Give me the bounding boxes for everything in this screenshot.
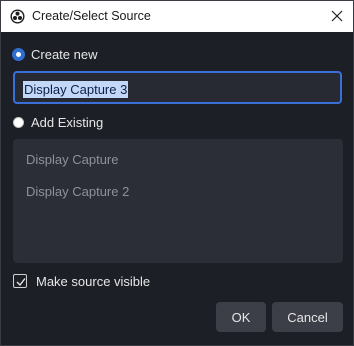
source-name-value: Display Capture 3 <box>23 81 129 98</box>
create-new-radio[interactable] <box>13 48 24 60</box>
source-name-input[interactable]: Display Capture 3 <box>13 71 342 104</box>
list-item[interactable]: Display Capture 2 <box>26 184 129 199</box>
create-new-label: Create new <box>31 46 98 62</box>
cancel-button[interactable]: Cancel <box>272 302 343 332</box>
add-existing-label: Add Existing <box>31 114 104 130</box>
create-new-option[interactable]: Create new <box>13 45 97 63</box>
list-item[interactable]: Display Capture <box>26 152 119 167</box>
checkmark-icon <box>16 278 26 287</box>
existing-sources-list[interactable]: Display Capture Display Capture 2 <box>13 139 343 263</box>
create-select-source-dialog: Create/Select Source Create new Display … <box>0 0 354 346</box>
close-button[interactable] <box>327 6 347 26</box>
window-title: Create/Select Source <box>32 9 151 23</box>
close-icon <box>331 10 343 22</box>
make-visible-option[interactable]: Make source visible <box>13 272 150 290</box>
add-existing-radio[interactable] <box>13 116 24 128</box>
add-existing-option[interactable]: Add Existing <box>13 113 103 131</box>
title-bar[interactable]: Create/Select Source <box>1 1 353 32</box>
obs-logo-icon <box>10 9 25 24</box>
make-visible-checkbox[interactable] <box>13 274 27 288</box>
ok-button[interactable]: OK <box>216 302 266 332</box>
make-visible-label: Make source visible <box>36 273 151 289</box>
